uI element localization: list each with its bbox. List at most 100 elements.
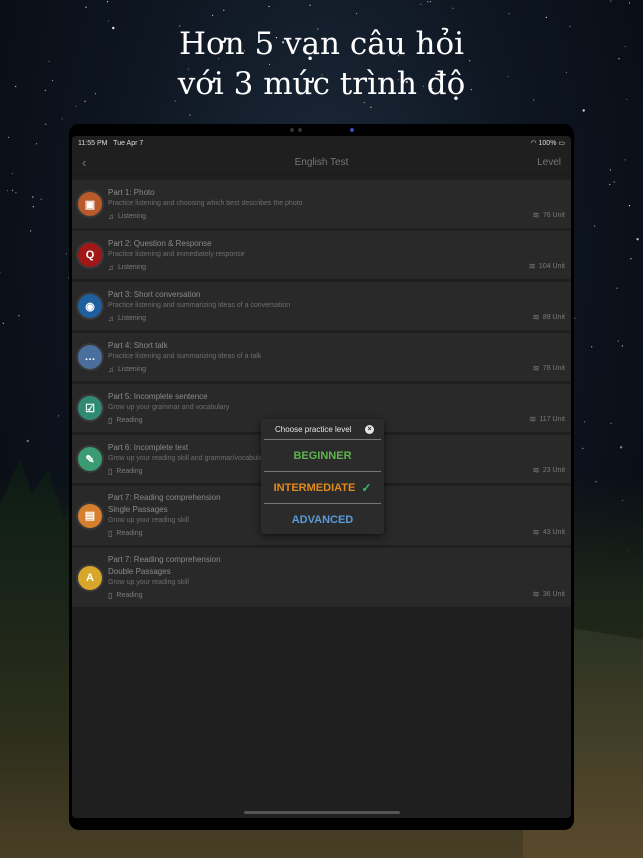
part-description: Practice listening and summarizing ideas… <box>108 352 262 360</box>
close-icon[interactable]: × <box>365 424 374 434</box>
star <box>107 20 110 22</box>
page-title: English Test <box>294 156 349 168</box>
reading-icon: ▯ <box>108 466 113 476</box>
star <box>0 272 1 274</box>
checkmark-icon: ✓ <box>361 480 372 495</box>
status-time-date: 11:55 PM Tue Apr 7 <box>78 140 143 147</box>
part-skill: ♫ Listening <box>108 212 571 221</box>
star <box>45 123 47 125</box>
edit-icon: ✎ <box>78 447 102 471</box>
star <box>452 7 454 9</box>
star <box>189 114 191 116</box>
level-button[interactable]: Level <box>521 157 561 168</box>
level-picker-modal: Choose practice level × BEGINNER INTERMED… <box>261 419 384 534</box>
nav-bar: ‹ English Test Level <box>72 150 571 175</box>
star <box>65 253 67 255</box>
layers-icon: ≋ <box>528 261 536 271</box>
part-row[interactable]: Q Part 2: Question & Response Practice l… <box>72 231 571 279</box>
unit-label: 76 Unit <box>542 212 565 219</box>
level-option-advanced[interactable]: ADVANCED <box>264 504 381 535</box>
star <box>12 189 14 191</box>
reading-icon: ▯ <box>108 415 113 425</box>
layers-icon: ≋ <box>532 363 540 373</box>
unit-count: ≋ 76 Unit <box>532 210 565 221</box>
star <box>212 14 214 16</box>
part-row[interactable]: ◉ Part 3: Short conversation Practice li… <box>72 282 571 330</box>
star <box>624 159 626 161</box>
skill-label: Reading <box>116 416 143 424</box>
sensor-dot <box>297 128 302 132</box>
part-description: Grow up your grammar and vocabulary <box>108 403 230 411</box>
unit-count: ≋ 104 Unit <box>528 261 565 272</box>
star <box>619 446 623 449</box>
wifi-icon: ◠ <box>530 140 537 147</box>
part-title: Part 5: Incomplete sentence <box>108 391 208 401</box>
layers-icon: ≋ <box>528 414 537 424</box>
level-option-label: BEGINNER <box>293 449 352 462</box>
star <box>616 287 618 289</box>
star <box>268 5 270 8</box>
skill-label: Listening <box>118 314 147 322</box>
part-text: Part 7: Reading comprehension Double Pas… <box>108 555 571 600</box>
battery-icon: ▭ <box>558 140 565 147</box>
unit-label: 89 Unit <box>542 314 565 321</box>
level-option-intermediate[interactable]: INTERMEDIATE ✓ <box>264 472 381 504</box>
star <box>420 3 422 5</box>
star <box>545 16 547 18</box>
star <box>32 206 34 208</box>
star <box>636 238 639 241</box>
listening-icon: ♫ <box>108 313 114 323</box>
headline-line-2: với 3 mức trình độ <box>177 66 466 102</box>
star <box>370 106 372 108</box>
status-bar: 11:55 PM Tue Apr 7 ◠ 100% ▭ <box>72 136 571 150</box>
unit-count: ≋ 23 Unit <box>532 465 565 476</box>
star <box>630 258 632 260</box>
layers-icon: ≋ <box>532 527 540 537</box>
star <box>6 189 9 192</box>
part-row[interactable]: A Part 7: Reading comprehension Double P… <box>72 548 571 607</box>
star <box>18 315 20 317</box>
battery-text: 100% <box>538 140 557 147</box>
part-text: Part 4: Short talk Practice listening an… <box>108 341 571 374</box>
star <box>26 439 29 443</box>
layers-icon: ≋ <box>532 465 540 475</box>
listening-icon: ♫ <box>108 364 114 374</box>
level-option-label: INTERMEDIATE <box>273 481 356 494</box>
unit-count: ≋ 78 Unit <box>532 363 565 374</box>
status-right: ◠ 100% ▭ <box>530 139 565 147</box>
skill-label: Reading <box>116 467 143 475</box>
part-row[interactable]: … Part 4: Short talk Practice listening … <box>72 333 571 381</box>
unit-label: 43 Unit <box>542 529 565 536</box>
part-description: Practice listening and immediately respo… <box>108 250 245 258</box>
document-icon: ▤ <box>78 503 102 528</box>
star <box>427 1 429 3</box>
camera-bar <box>69 124 574 136</box>
unit-label: 78 Unit <box>542 365 565 372</box>
star <box>610 422 612 424</box>
skill-label: Listening <box>118 365 147 373</box>
star <box>309 4 311 6</box>
photo-icon: ▣ <box>78 192 102 216</box>
star <box>609 183 611 186</box>
unit-label: 104 Unit <box>538 263 565 270</box>
skill-label: Reading <box>116 592 143 599</box>
level-option-beginner[interactable]: BEGINNER <box>264 440 381 472</box>
layers-icon: ≋ <box>532 312 540 322</box>
star <box>11 172 13 175</box>
unit-label: 36 Unit <box>542 591 565 598</box>
chevron-left-icon[interactable]: ‹ <box>82 155 122 170</box>
star <box>85 6 87 8</box>
skill-label: Reading <box>116 530 143 537</box>
skill-label: Listening <box>118 263 147 271</box>
star <box>2 322 4 324</box>
unit-count: ≋ 43 Unit <box>532 527 565 538</box>
home-indicator <box>243 811 400 814</box>
part-row[interactable]: ▣ Part 1: Photo Practice listening and c… <box>72 180 571 228</box>
star <box>617 340 619 342</box>
star <box>57 415 60 417</box>
checklist-icon: ☑ <box>78 396 102 420</box>
star <box>32 196 34 198</box>
star <box>628 2 631 4</box>
star <box>429 1 431 3</box>
unit-label: 23 Unit <box>542 467 565 474</box>
